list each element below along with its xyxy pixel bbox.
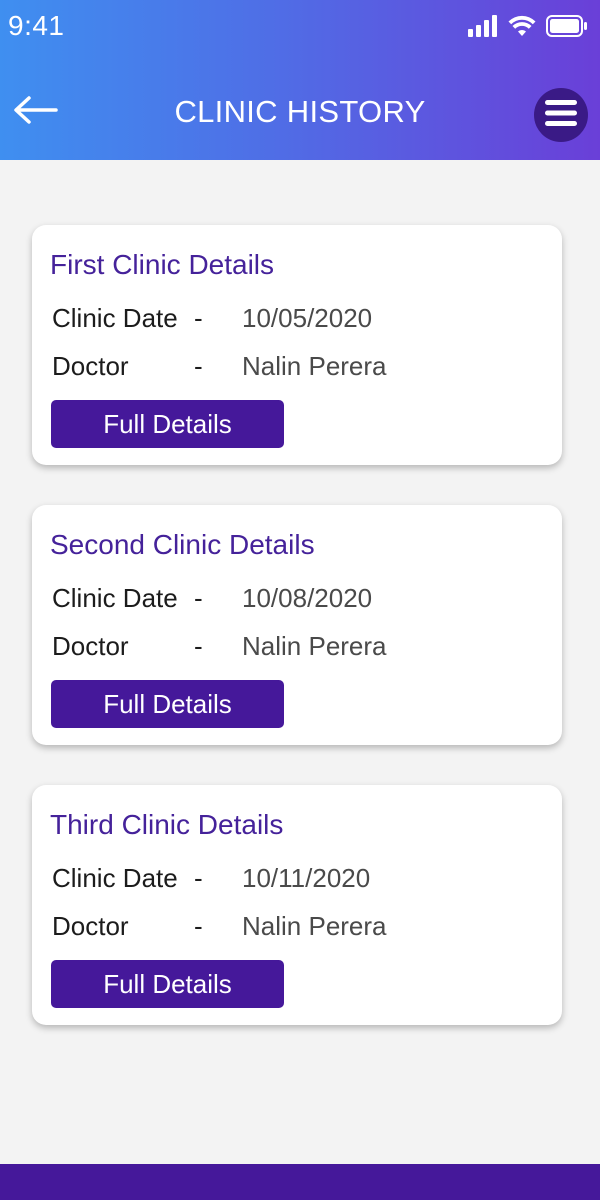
full-details-button[interactable]: Full Details: [51, 960, 284, 1008]
doctor-value: Nalin Perera: [242, 911, 387, 941]
cellular-signal-icon: [468, 14, 498, 42]
doctor-value: Nalin Perera: [242, 351, 387, 381]
clinic-date-value: 10/05/2020: [242, 303, 373, 333]
hamburger-menu-icon: [544, 98, 578, 133]
full-details-button[interactable]: Full Details: [51, 400, 284, 448]
clinic-card-title: First Clinic Details: [50, 249, 275, 280]
separator: -: [194, 863, 203, 893]
doctor-label: Doctor: [52, 911, 129, 941]
wifi-icon: [508, 15, 536, 42]
separator: -: [194, 351, 203, 381]
separator: -: [194, 583, 203, 613]
clinic-date-value: 10/11/2020: [242, 863, 371, 893]
doctor-label: Doctor: [52, 631, 129, 661]
full-details-button[interactable]: Full Details: [51, 680, 284, 728]
clinic-card: Second Clinic Details Clinic Date - 10/0…: [32, 505, 562, 745]
menu-button[interactable]: [534, 88, 588, 142]
separator: -: [194, 303, 203, 333]
separator: -: [194, 631, 203, 661]
clinic-card-title: Third Clinic Details: [50, 809, 284, 840]
clinic-card: First Clinic Details Clinic Date - 10/05…: [32, 225, 562, 465]
clinic-card: Third Clinic Details Clinic Date - 10/11…: [32, 785, 562, 1025]
clinic-history-screen: 9:41 CLINIC HISTORY First Clinic Details…: [0, 0, 600, 1200]
clinic-date-label: Clinic Date: [52, 583, 178, 613]
clinic-date-value: 10/08/2020: [242, 583, 373, 613]
app-header: 9:41 CLINIC HISTORY: [0, 0, 600, 160]
page-title: CLINIC HISTORY: [174, 94, 426, 129]
bottom-bar: [0, 1164, 600, 1200]
battery-icon: [546, 14, 588, 42]
clinic-date-label: Clinic Date: [52, 863, 178, 893]
clinic-card-title: Second Clinic Details: [50, 529, 315, 560]
separator: -: [194, 911, 203, 941]
clinic-date-label: Clinic Date: [52, 303, 178, 333]
status-time: 9:41: [8, 10, 65, 41]
status-icons: [468, 14, 588, 42]
doctor-value: Nalin Perera: [242, 631, 387, 661]
doctor-label: Doctor: [52, 351, 129, 381]
status-bar: 9:41: [0, 0, 600, 52]
